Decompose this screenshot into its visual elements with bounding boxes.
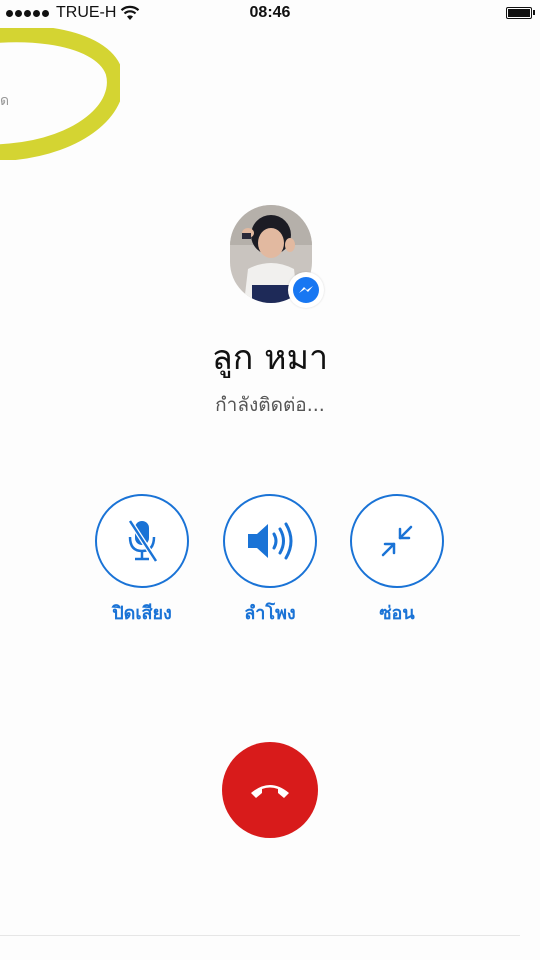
speaker-label: ลำโพง	[244, 603, 296, 624]
yellow-annotation-circle	[0, 28, 120, 160]
speaker-circle[interactable]	[223, 494, 317, 588]
contact-name: ลูก หมา	[211, 338, 329, 378]
microphone-muted-icon	[127, 519, 159, 563]
minimize-circle[interactable]	[350, 494, 444, 588]
minimize-arrows-icon	[381, 525, 413, 557]
speaker-button[interactable]: ลำโพง	[220, 494, 320, 627]
bottom-divider	[0, 935, 520, 936]
clock: 08:46	[249, 4, 291, 21]
battery-icon	[506, 7, 535, 19]
mute-circle[interactable]	[95, 494, 189, 588]
end-call-button[interactable]	[222, 742, 318, 838]
minimize-button[interactable]: ซ่อน	[347, 494, 447, 627]
call-screen: TRUE-H 08:46 ด ลูก หมา กำลังติดต่อ... ปิ…	[0, 0, 540, 960]
call-status: กำลังติดต่อ...	[215, 394, 325, 416]
mute-button[interactable]: ปิดเสียง	[92, 494, 192, 627]
mute-label: ปิดเสียง	[112, 603, 172, 624]
minimize-label: ซ่อน	[379, 603, 415, 624]
status-bar: TRUE-H 08:46	[0, 0, 540, 30]
phone-hangup-icon	[251, 785, 289, 798]
messenger-icon	[288, 272, 324, 308]
partial-text: ด	[0, 93, 10, 109]
speaker-icon	[248, 522, 293, 560]
